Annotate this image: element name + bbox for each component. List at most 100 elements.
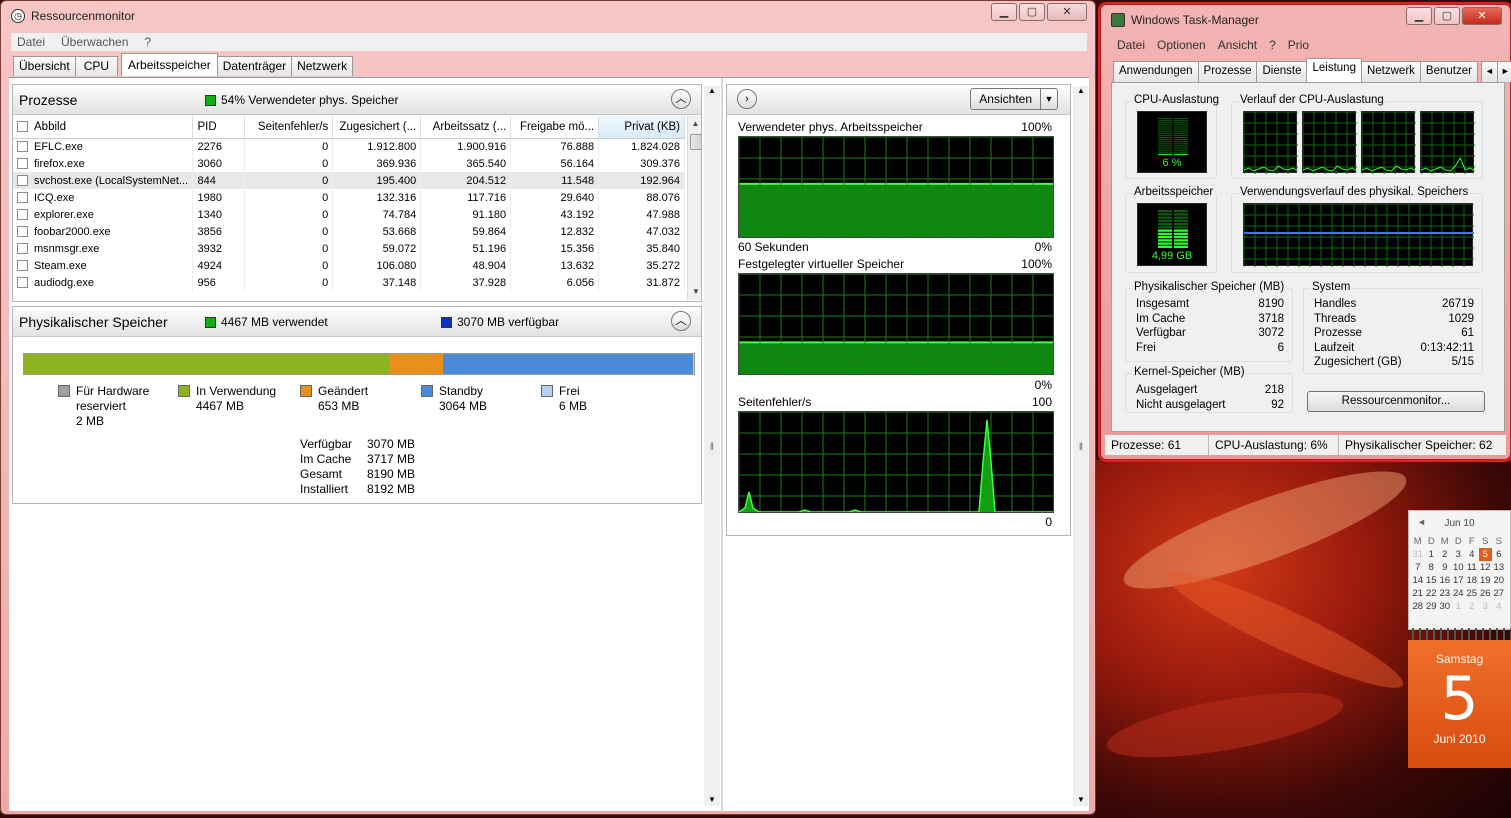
calendar-day[interactable]: 27 <box>1492 587 1506 600</box>
table-row[interactable]: Steam.exe 4924 0 106.080 48.904 13.632 35.272 <box>13 257 685 274</box>
process-checkbox[interactable] <box>17 226 28 238</box>
column-abbild[interactable]: Abbild <box>13 116 194 139</box>
calendar-day[interactable]: 15 <box>1425 574 1439 587</box>
tm-menu-help[interactable]: ? <box>1263 38 1282 52</box>
calendar-day[interactable]: 31 <box>1411 548 1425 561</box>
collapse-physical-memory-button[interactable]: ︿ <box>671 311 691 331</box>
table-row[interactable]: msnmsgr.exe 3932 0 59.072 51.196 15.356 35.840 <box>13 240 685 257</box>
right-splitter-handle-icon[interactable]: ‖ <box>1073 442 1089 453</box>
column-privat[interactable]: Privat (KB) <box>598 116 685 139</box>
collapse-processes-button[interactable]: ︿ <box>671 89 691 109</box>
calendar-day[interactable]: 25 <box>1465 587 1479 600</box>
resmon-titlebar[interactable]: ◷ Ressourcenmonitor ▁ ▢ ✕ <box>1 1 1095 29</box>
tab-scroll-left-icon[interactable]: ◄ <box>1480 61 1498 82</box>
calendar-day[interactable]: 2 <box>1465 600 1479 613</box>
calendar-day[interactable]: 3 <box>1452 548 1466 561</box>
calendar-day[interactable]: 24 <box>1452 587 1466 600</box>
calendar-day[interactable]: 17 <box>1452 574 1466 587</box>
minimize-button[interactable]: ▁ <box>991 3 1017 21</box>
tab-datentraeger[interactable]: Datenträger <box>216 56 293 76</box>
calendar-day[interactable]: 26 <box>1479 587 1493 600</box>
tm-tab-netzwerk[interactable]: Netzwerk <box>1360 61 1421 82</box>
calendar-day[interactable]: 28 <box>1411 600 1425 613</box>
calendar-day[interactable]: 12 <box>1479 561 1493 574</box>
calendar-day[interactable]: 29 <box>1425 600 1439 613</box>
process-checkbox[interactable] <box>17 209 28 221</box>
tab-uebersicht[interactable]: Übersicht <box>13 56 76 76</box>
calendar-day[interactable]: 11 <box>1465 561 1479 574</box>
menu-help[interactable]: ? <box>144 35 151 49</box>
tm-menu-datei[interactable]: Datei <box>1111 38 1151 52</box>
pane-divider[interactable] <box>721 78 723 812</box>
tm-menu-ansicht[interactable]: Ansicht <box>1212 38 1263 52</box>
calendar-day[interactable]: 3 <box>1479 600 1493 613</box>
calendar-day[interactable]: 6 <box>1492 548 1506 561</box>
process-checkbox[interactable] <box>17 260 28 272</box>
close-button[interactable]: ✕ <box>1047 3 1087 21</box>
calendar-day[interactable]: 18 <box>1465 574 1479 587</box>
right-scroll-up-arrow-icon[interactable]: ▲ <box>1073 86 1089 95</box>
process-checkbox[interactable] <box>17 243 28 255</box>
resource-monitor-button[interactable]: Ressourcenmonitor... <box>1307 391 1485 412</box>
right-pane-scrollbar[interactable]: ▲ ‖ ▼ <box>1073 86 1089 806</box>
tab-arbeitsspeicher[interactable]: Arbeitsspeicher <box>121 53 218 76</box>
calendar-day[interactable]: 9 <box>1438 561 1452 574</box>
left-scroll-down-arrow-icon[interactable]: ▼ <box>704 795 720 804</box>
process-checkbox[interactable] <box>17 277 28 289</box>
process-checkbox[interactable] <box>17 192 28 204</box>
calendar-day[interactable]: 5 <box>1478 548 1492 561</box>
process-checkbox[interactable] <box>17 175 28 187</box>
left-scroll-up-arrow-icon[interactable]: ▲ <box>704 86 720 95</box>
column-pid[interactable]: PID <box>192 116 246 139</box>
calendar-day[interactable]: 20 <box>1492 574 1506 587</box>
menu-ueberwachen[interactable]: Überwachen <box>61 35 128 49</box>
views-dropdown-icon[interactable]: ▼ <box>1040 89 1057 109</box>
menu-datei[interactable]: Datei <box>17 35 45 49</box>
processes-header[interactable]: Prozesse 54% Verwendeter phys. Speicher … <box>13 85 701 115</box>
tab-cpu[interactable]: CPU <box>74 56 119 76</box>
tm-tab-prozesse[interactable]: Prozesse <box>1197 61 1258 82</box>
calendar-day[interactable]: 19 <box>1479 574 1493 587</box>
maximize-button[interactable]: ▢ <box>1019 3 1045 21</box>
process-checkbox[interactable] <box>17 158 28 170</box>
tm-tab-leistung[interactable]: Leistung <box>1306 58 1362 82</box>
process-scrollbar[interactable]: ▲ ▼ <box>687 116 701 300</box>
tm-tab-benutzer[interactable]: Benutzer <box>1419 61 1478 82</box>
tab-netzwerk[interactable]: Netzwerk <box>291 56 354 76</box>
table-row[interactable]: ICQ.exe 1980 0 132.316 117.716 29.640 88.076 <box>13 189 685 206</box>
scrollbar-thumb[interactable] <box>690 134 701 150</box>
tm-menu-optionen[interactable]: Optionen <box>1151 38 1212 52</box>
taskmgr-maximize-button[interactable]: ▢ <box>1434 7 1460 25</box>
scroll-up-arrow-icon[interactable]: ▲ <box>688 116 701 132</box>
calendar-day[interactable]: 21 <box>1411 587 1425 600</box>
table-row[interactable]: foobar2000.exe 3856 0 53.668 59.864 12.832 47.… <box>13 223 685 240</box>
right-scroll-down-arrow-icon[interactable]: ▼ <box>1073 795 1089 804</box>
calendar-day[interactable]: 2 <box>1438 548 1452 561</box>
calendar-day[interactable]: 4 <box>1465 548 1479 561</box>
table-row[interactable]: explorer.exe 1340 0 74.784 91.180 43.192 47.98… <box>13 206 685 223</box>
tm-tab-dienste[interactable]: Dienste <box>1256 61 1308 82</box>
splitter-handle-icon[interactable]: ‖ <box>704 442 720 453</box>
calendar-day[interactable]: 16 <box>1438 574 1452 587</box>
tm-tab-anwendungen[interactable]: Anwendungen <box>1113 61 1199 82</box>
calendar-day[interactable]: 1 <box>1425 548 1439 561</box>
taskmgr-close-button[interactable]: ✕ <box>1462 7 1502 25</box>
calendar-day[interactable]: 23 <box>1438 587 1452 600</box>
select-all-checkbox[interactable] <box>17 121 28 133</box>
calendar-day[interactable]: 7 <box>1411 561 1425 574</box>
taskmgr-titlebar[interactable]: Windows Task-Manager ▁ ▢ ✕ <box>1101 5 1510 33</box>
column-seitenfehler[interactable]: Seitenfehler/s <box>244 116 334 139</box>
taskmgr-minimize-button[interactable]: ▁ <box>1406 7 1432 25</box>
process-checkbox[interactable] <box>17 141 28 153</box>
calendar-gadget[interactable]: ◄ Jun 10 M D M D F S S 31 1 2 3 4 5 6 7 8 9 10 11 12 13 14 15 1… <box>1408 510 1511 768</box>
calendar-day[interactable]: 30 <box>1438 600 1452 613</box>
expand-graph-pane-button[interactable]: › <box>737 89 757 109</box>
calendar-day[interactable]: 22 <box>1425 587 1439 600</box>
scroll-down-arrow-icon[interactable]: ▼ <box>688 284 701 300</box>
calendar-day[interactable]: 1 <box>1452 600 1466 613</box>
views-button[interactable]: Ansichten ▼ <box>970 88 1058 110</box>
calendar-day[interactable]: 14 <box>1411 574 1425 587</box>
column-arbeitssatz[interactable]: Arbeitssatz (... <box>420 116 512 139</box>
tab-scroll-right-icon[interactable]: ► <box>1496 61 1511 82</box>
calendar-day[interactable]: 13 <box>1492 561 1506 574</box>
